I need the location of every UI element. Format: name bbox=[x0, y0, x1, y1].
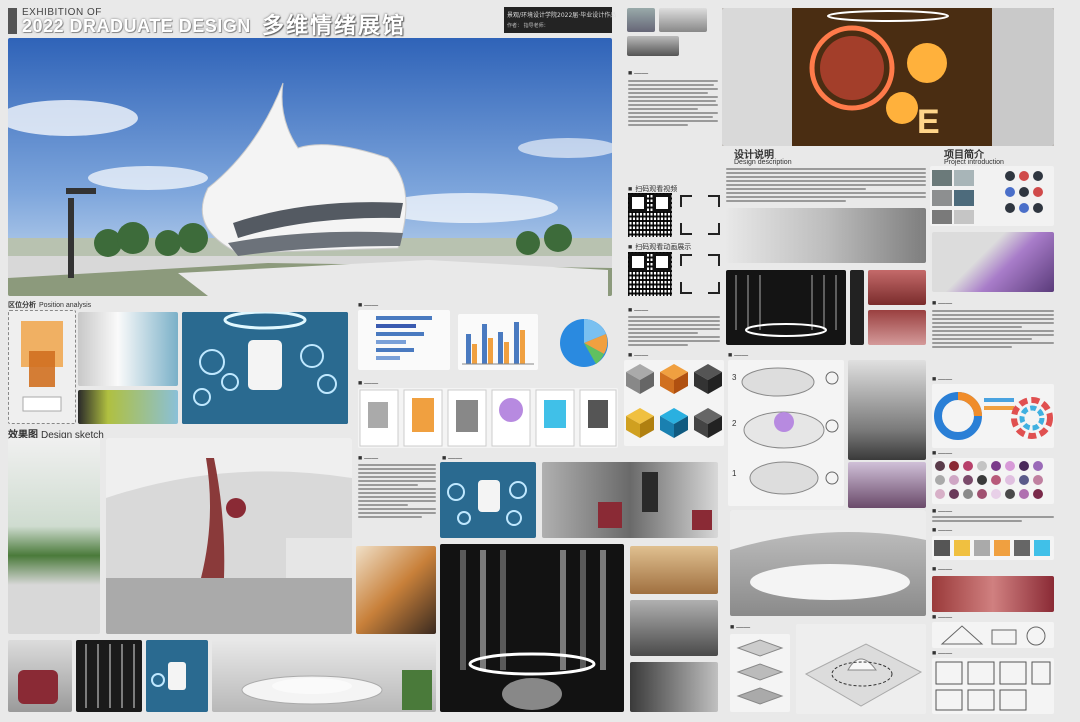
qr-code-icon[interactable] bbox=[628, 193, 672, 237]
pie-chart bbox=[556, 316, 616, 370]
thumb-top-1 bbox=[627, 8, 655, 32]
space-label: ■ —— bbox=[628, 352, 649, 359]
position-cn: 区位分析 bbox=[8, 302, 36, 309]
plan-drawings bbox=[932, 658, 1054, 714]
sketch-render-left bbox=[8, 438, 100, 634]
scan-video-text: 扫码观看视频 bbox=[635, 186, 678, 193]
br-text-1 bbox=[932, 516, 1054, 524]
mid-label-a: ■ —— bbox=[628, 307, 649, 314]
models-label: ■ —— bbox=[358, 380, 379, 387]
render-dark-lights bbox=[76, 640, 142, 712]
material-swatches bbox=[930, 166, 1054, 226]
info-line-1: 景观/环境设计学院2022届·毕业设计作品 bbox=[507, 12, 617, 19]
qr-code-icon-2[interactable] bbox=[628, 252, 672, 296]
color-wheels bbox=[932, 384, 1054, 448]
project-intro-en: Project introduction bbox=[944, 159, 1004, 166]
scan-frame-icon bbox=[680, 195, 720, 235]
render-red-sofa-room bbox=[542, 462, 718, 538]
render-purple-dome bbox=[932, 232, 1054, 292]
br-label-4: ■ —— bbox=[932, 614, 953, 621]
sketch-render-main bbox=[106, 438, 352, 634]
chart-label: ■ —— bbox=[358, 302, 379, 309]
svg-text:3: 3 bbox=[732, 373, 737, 382]
layer-diagram bbox=[730, 634, 790, 712]
module-icons-row bbox=[932, 536, 1054, 560]
render-blue-room bbox=[440, 462, 536, 538]
render-dark-strip bbox=[850, 270, 864, 345]
elevation-diagrams bbox=[932, 622, 1054, 648]
floor-plan-diagram: 3 2 1 bbox=[728, 360, 844, 506]
bar-chart-horizontal bbox=[358, 310, 450, 370]
floor-plan-label: ■ —— bbox=[728, 352, 749, 359]
render-red-curve bbox=[932, 576, 1054, 612]
br-label-2: ■ —— bbox=[932, 527, 953, 534]
scan-frame-icon-2 bbox=[680, 254, 720, 294]
render-interior-light bbox=[726, 208, 926, 263]
hero-rendering bbox=[8, 38, 612, 296]
render-red-chair bbox=[8, 640, 72, 712]
design-desc-en: Design description bbox=[734, 159, 792, 166]
right-label-3: ■ —— bbox=[932, 450, 953, 457]
mid-text-a bbox=[628, 316, 720, 348]
render-interior-a bbox=[630, 546, 718, 594]
position-iso-diagram bbox=[8, 310, 76, 424]
render-red-interior-1 bbox=[868, 270, 926, 305]
header-title: 2022 DRADUATE DESIGN bbox=[22, 16, 251, 36]
color-palette bbox=[932, 458, 1054, 504]
right-label-1: ■ —— bbox=[932, 300, 953, 307]
info-box: 景观/环境设计学院2022届·毕业设计作品 作者： 指导老师： bbox=[504, 7, 616, 33]
thumb-top-3 bbox=[627, 36, 679, 56]
element-models bbox=[358, 388, 618, 448]
svg-text:E: E bbox=[917, 103, 940, 141]
thumb-top-2 bbox=[659, 8, 707, 32]
render-wood-room bbox=[356, 546, 436, 634]
header-title-cn: 多维情绪展馆 bbox=[262, 14, 407, 39]
mid-label-b: ■ —— bbox=[358, 455, 379, 462]
mid-text-b bbox=[358, 464, 436, 520]
design-desc-text bbox=[726, 168, 926, 204]
right-text-block bbox=[932, 310, 1054, 350]
space-modules bbox=[624, 360, 724, 446]
br-label-3: ■ —— bbox=[932, 566, 953, 573]
render-interior-c bbox=[630, 662, 718, 712]
render-dark-light-tunnel bbox=[726, 270, 846, 345]
render-white-pool bbox=[730, 510, 926, 616]
bar-chart-vertical bbox=[458, 314, 538, 370]
right-label-2: ■ —— bbox=[932, 376, 953, 383]
emoji-neon-rendering: E bbox=[722, 8, 1054, 146]
position-render-blue bbox=[182, 312, 348, 424]
section-label-small: ■ —— bbox=[628, 70, 649, 77]
render-blue-small bbox=[146, 640, 208, 712]
svg-text:2: 2 bbox=[732, 419, 737, 428]
br-label-1: ■ —— bbox=[932, 508, 953, 515]
text-block-1 bbox=[628, 80, 718, 128]
header-accent-bar bbox=[8, 8, 17, 34]
render-white-platform bbox=[212, 640, 436, 712]
scan-anim-text: 扫码观看动画展示 bbox=[635, 244, 692, 251]
br-label-5: ■ —— bbox=[932, 650, 953, 657]
site-plan-iso bbox=[796, 624, 926, 714]
info-line-2: 作者： 指导老师： bbox=[507, 23, 549, 29]
render-interior-b bbox=[630, 600, 718, 656]
render-dark-text-tower bbox=[440, 544, 624, 712]
position-render-1 bbox=[78, 312, 178, 386]
render-purple-room bbox=[848, 462, 926, 508]
position-en: Position analysis bbox=[39, 302, 92, 309]
render-corridor bbox=[848, 360, 926, 460]
position-render-2 bbox=[78, 390, 178, 424]
scan-anim-label: ■ 扫码观看动画展示 bbox=[628, 244, 692, 251]
position-label: 区位分析 Position analysis bbox=[8, 300, 91, 310]
svg-text:1: 1 bbox=[732, 469, 737, 478]
render-red-interior-2 bbox=[868, 310, 926, 345]
site-label: ■ —— bbox=[730, 624, 751, 631]
mid-label-c: ■ —— bbox=[442, 455, 463, 462]
